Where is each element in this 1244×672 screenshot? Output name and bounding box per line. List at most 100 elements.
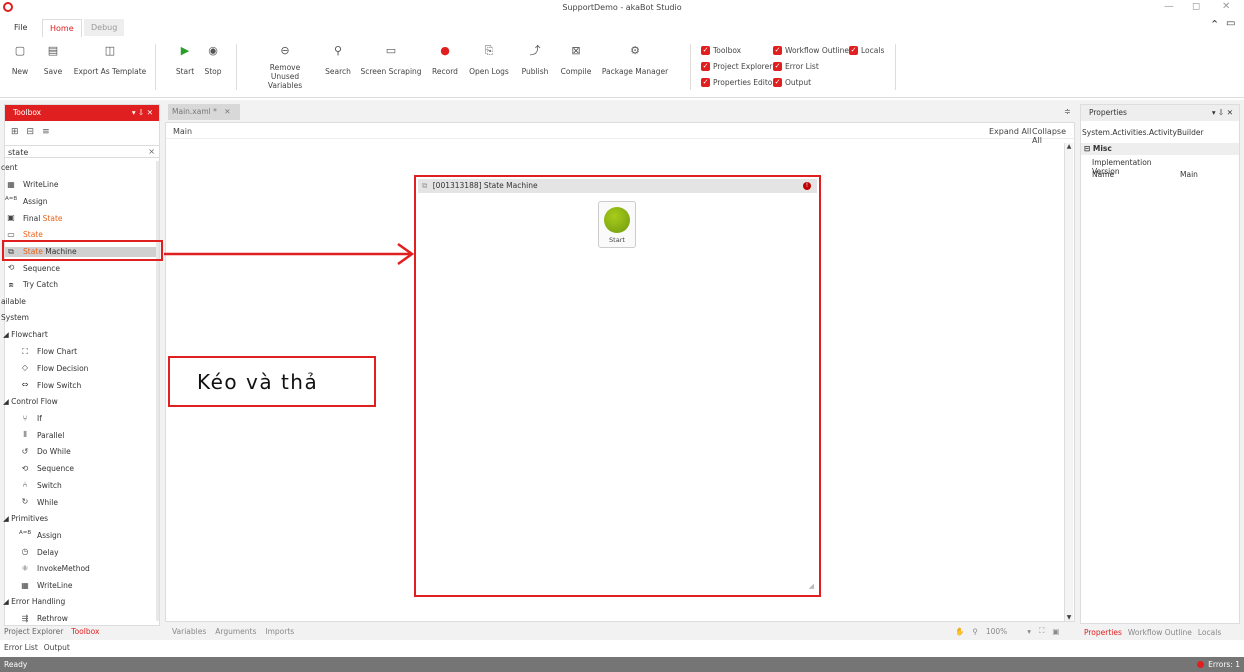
state-machine-header[interactable]: ⧉ [001313188] State Machine ! bbox=[418, 179, 817, 193]
checkmark-icon: ✓ bbox=[773, 78, 782, 87]
properties-pin-controls[interactable]: ▾ ⇩ ✕ bbox=[1212, 105, 1233, 121]
toolbox-scrollbar[interactable] bbox=[156, 161, 159, 621]
toolbox-group[interactable]: ◢ Flowchart bbox=[3, 330, 48, 339]
toolbox-item[interactable]: A=B Assign bbox=[19, 530, 62, 540]
toolbox-search-input[interactable]: state bbox=[8, 148, 28, 157]
toolbox-item[interactable]: ⚛ InvokeMethod bbox=[19, 564, 89, 574]
breadcrumb[interactable]: Main bbox=[173, 127, 192, 136]
hand-icon[interactable]: ✋ bbox=[955, 627, 964, 636]
overview-icon[interactable]: ▣ bbox=[1052, 627, 1059, 636]
activity-icon: A=B bbox=[19, 530, 32, 537]
tab-project-explorer[interactable]: Project Explorer bbox=[4, 627, 63, 636]
expand-all-link[interactable]: Expand All bbox=[989, 127, 1031, 136]
list-icon[interactable]: ≡ bbox=[42, 127, 50, 137]
tab-debug[interactable]: Debug bbox=[84, 19, 125, 36]
tab-arguments[interactable]: Arguments bbox=[215, 627, 256, 636]
tab-main-xaml[interactable]: Main.xaml * ✕ bbox=[168, 104, 240, 120]
error-count[interactable]: Errors: 1 bbox=[1197, 657, 1240, 672]
expand-icon[interactable]: ⊞ bbox=[11, 127, 19, 137]
toolbox-item[interactable]: ▦ WriteLine bbox=[19, 581, 72, 591]
toolbox-item[interactable]: ⑂ If bbox=[19, 414, 42, 424]
tab-locals[interactable]: Locals bbox=[1198, 628, 1221, 637]
export-as-template-button[interactable]: ◫ Export As Template bbox=[74, 44, 147, 76]
toolbox-item[interactable]: ⇶ Rethrow bbox=[19, 614, 68, 624]
toolbox-panel: Toolbox ▾ ⇩ ✕ ⊞ ⊟ ≡ state × cent ▦ WriteLi… bbox=[1, 104, 160, 626]
toolbox-group[interactable]: ◢ Control Flow bbox=[3, 397, 58, 406]
tab-error-list[interactable]: Error List bbox=[4, 643, 38, 652]
search-button[interactable]: ⚲ Search bbox=[308, 44, 368, 76]
state-machine-activity[interactable]: ⧉ [001313188] State Machine ! Start ◢ bbox=[414, 175, 821, 597]
tab-variables[interactable]: Variables bbox=[172, 627, 206, 636]
resize-grip-icon[interactable]: ◢ bbox=[809, 582, 814, 590]
toolbox-pin-controls[interactable]: ▾ ⇩ ✕ bbox=[132, 105, 153, 121]
zoom-dropdown-icon[interactable]: ▾ bbox=[1027, 627, 1031, 636]
compile-button[interactable]: ⊠ Compile bbox=[546, 44, 606, 76]
toolbox-item[interactable]: ⇔ Flow Switch bbox=[19, 380, 82, 390]
search-clear-icon[interactable]: × bbox=[148, 147, 155, 156]
toolbox-item[interactable]: ↺ Do While bbox=[19, 447, 71, 457]
toolbox-item[interactable]: ▣ Final State bbox=[5, 213, 62, 223]
toolbox-item[interactable]: A=B Assign bbox=[5, 196, 48, 206]
fit-screen-icon[interactable]: ⛶ bbox=[1039, 626, 1044, 636]
start-circle-icon bbox=[604, 207, 630, 233]
stop-label: Stop bbox=[204, 67, 222, 76]
property-row[interactable]: Name Main bbox=[1092, 170, 1239, 182]
stop-button[interactable]: ◉ Stop bbox=[183, 44, 243, 76]
toolbox-item[interactable]: ⛶ Flow Chart bbox=[19, 347, 77, 357]
toolbox-group[interactable]: ◢ Primitives bbox=[3, 514, 48, 523]
checkbox-toolbox[interactable]: ✓ Toolbox bbox=[701, 46, 741, 55]
screen-scraping-button[interactable]: ▭ Screen Scraping bbox=[360, 44, 421, 76]
start-node[interactable]: Start bbox=[598, 201, 636, 248]
zoom-level[interactable]: 100% bbox=[986, 627, 1007, 636]
tab-file[interactable]: File bbox=[8, 21, 33, 34]
tab-close-icon[interactable]: ✕ bbox=[224, 107, 230, 116]
tab-properties[interactable]: Properties bbox=[1084, 628, 1122, 637]
checkbox-project-explorer[interactable]: ✓ Project Explorer bbox=[701, 62, 772, 71]
toolbox-item[interactable]: ◇ Flow Decision bbox=[19, 363, 89, 373]
checkbox-locals[interactable]: ✓ Locals bbox=[849, 46, 884, 55]
toolbox-group[interactable]: ◢ Error Handling bbox=[3, 597, 65, 606]
tab-home[interactable]: Home bbox=[42, 19, 82, 37]
toolbox-item[interactable]: ⟲ Sequence bbox=[19, 464, 74, 474]
designer-scrollbar[interactable]: ▲ ▼ bbox=[1064, 143, 1073, 621]
title-bar: SupportDemo - akaBot Studio — ◻ ✕ bbox=[0, 0, 1244, 16]
feedback-icon[interactable]: ▭ bbox=[1226, 18, 1235, 29]
save-icon: ▤ bbox=[47, 44, 59, 57]
toolbox-item[interactable]: ⫴ Parallel bbox=[19, 430, 64, 440]
properties-category[interactable]: ⊟ Misc bbox=[1081, 143, 1239, 155]
restore-button[interactable]: ◻ bbox=[1192, 1, 1200, 12]
toolbox-item[interactable]: ⟲ Sequence bbox=[5, 263, 60, 273]
checkbox-workflow-outline[interactable]: ✓ Workflow Outline bbox=[773, 46, 849, 55]
ribbon: ▢ New ▤ Save ◫ Export As Template ▶ Start ◉ Stop ⊖… bbox=[0, 38, 1244, 98]
checkbox-label: Workflow Outline bbox=[785, 46, 849, 55]
checkbox-output[interactable]: ✓ Output bbox=[773, 78, 811, 87]
close-button[interactable]: ✕ bbox=[1222, 1, 1230, 12]
zoom-icon[interactable]: ⚲ bbox=[972, 627, 978, 636]
checkbox-properties-editor[interactable]: ✓ Properties Editor bbox=[701, 78, 775, 87]
collapse-ribbon-icon[interactable]: ⌃ bbox=[1210, 18, 1219, 31]
toolbox-item[interactable]: ⑃ Switch bbox=[19, 480, 62, 490]
tab-imports[interactable]: Imports bbox=[265, 627, 294, 636]
toolbox-search-box[interactable]: state × bbox=[5, 145, 159, 158]
checkbox-error-list[interactable]: ✓ Error List bbox=[773, 62, 819, 71]
toolbox-item-label: Assign bbox=[23, 196, 48, 206]
search-match-text: State bbox=[23, 230, 43, 240]
toolbox-item-label: Flow Decision bbox=[37, 363, 89, 373]
toolbox-item[interactable]: ▦ WriteLine bbox=[5, 180, 58, 190]
tab-output[interactable]: Output bbox=[44, 643, 70, 652]
tab-toolbox[interactable]: Toolbox bbox=[71, 627, 99, 636]
remove-unused-variables-button[interactable]: ⊖ Remove Unused Variables bbox=[255, 44, 315, 90]
tab-dropdown-icon[interactable]: ≑ bbox=[1064, 107, 1071, 116]
property-value[interactable]: Main bbox=[1180, 170, 1198, 182]
package-manager-button[interactable]: ⚙ Package Manager bbox=[602, 44, 668, 76]
toolbox-item[interactable]: ▭ State bbox=[5, 230, 43, 240]
tab-workflow-outline[interactable]: Workflow Outline bbox=[1128, 628, 1192, 637]
toolbox-item[interactable]: ⧈ Try Catch bbox=[5, 280, 58, 290]
collapse-icon[interactable]: ⊟ bbox=[27, 127, 35, 137]
toolbox-item[interactable]: ↻ While bbox=[19, 497, 58, 507]
toolbox-item[interactable]: ◷ Delay bbox=[19, 547, 59, 557]
property-row[interactable]: Implementation Version bbox=[1092, 158, 1239, 176]
activity-icon: ⑃ bbox=[22, 480, 28, 490]
designer-bottom-tabs: Variables Arguments Imports bbox=[172, 627, 294, 636]
minimize-button[interactable]: — bbox=[1164, 1, 1174, 12]
